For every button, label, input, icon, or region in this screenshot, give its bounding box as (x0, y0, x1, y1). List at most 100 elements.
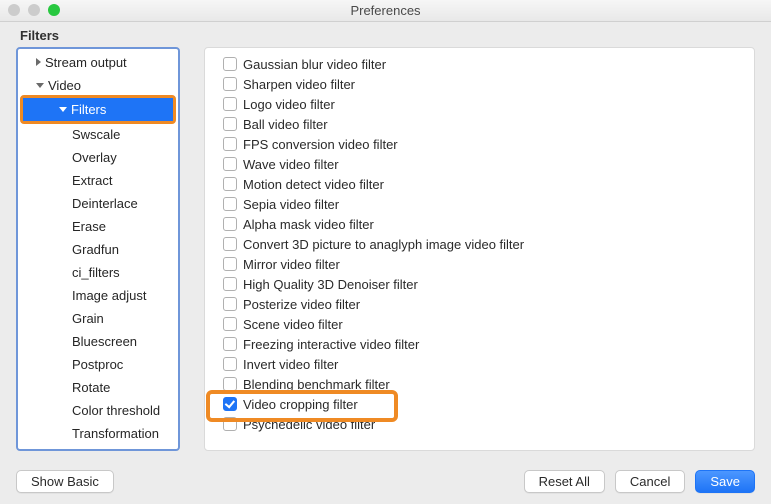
sidebar-item-ci-filters[interactable]: ci_filters (18, 261, 178, 284)
filter-row[interactable]: Mirror video filter (223, 254, 754, 274)
section-heading: Filters (0, 22, 771, 47)
tree-label: Bluescreen (72, 334, 137, 349)
checkbox-icon[interactable] (223, 397, 237, 411)
filter-label: Ball video filter (243, 117, 328, 132)
filter-row[interactable]: Motion detect video filter (223, 174, 754, 194)
filter-label: Sharpen video filter (243, 77, 355, 92)
sidebar-item-video[interactable]: Video (18, 74, 178, 97)
filter-label: Posterize video filter (243, 297, 360, 312)
checkbox-icon[interactable] (223, 77, 237, 91)
save-button[interactable]: Save (695, 470, 755, 493)
checkbox-icon[interactable] (223, 97, 237, 111)
tree-label: Color threshold (72, 403, 160, 418)
sidebar-item-transformation[interactable]: Transformation (18, 422, 178, 445)
tree-label: Swscale (72, 127, 120, 142)
checkbox-icon[interactable] (223, 237, 237, 251)
filter-row[interactable]: Alpha mask video filter (223, 214, 754, 234)
filter-label: Invert video filter (243, 357, 338, 372)
tree-label: Postproc (72, 357, 123, 372)
filter-label: Video cropping filter (243, 397, 358, 412)
checkbox-icon[interactable] (223, 357, 237, 371)
tree-label: ci_filters (72, 265, 120, 280)
sidebar-item-gradient[interactable]: Gradient (18, 445, 178, 451)
sidebar-item-rotate[interactable]: Rotate (18, 376, 178, 399)
filter-label: Psychedelic video filter (243, 417, 375, 432)
checkbox-icon[interactable] (223, 137, 237, 151)
show-basic-button[interactable]: Show Basic (16, 470, 114, 493)
sidebar-item-swscale[interactable]: Swscale (18, 123, 178, 146)
sidebar-item-gradfun[interactable]: Gradfun (18, 238, 178, 261)
filter-label: Alpha mask video filter (243, 217, 374, 232)
sidebar-item-image-adjust[interactable]: Image adjust (18, 284, 178, 307)
window-title: Preferences (0, 3, 771, 18)
tree-label: Gradfun (72, 242, 119, 257)
filter-row[interactable]: Posterize video filter (223, 294, 754, 314)
checkbox-icon[interactable] (223, 317, 237, 331)
tree-label: Image adjust (72, 288, 146, 303)
checkbox-icon[interactable] (223, 377, 237, 391)
filter-label: High Quality 3D Denoiser filter (243, 277, 418, 292)
sidebar-item-postproc[interactable]: Postproc (18, 353, 178, 376)
filter-row[interactable]: Psychedelic video filter (223, 414, 754, 434)
filter-row[interactable]: High Quality 3D Denoiser filter (223, 274, 754, 294)
filter-label: Wave video filter (243, 157, 339, 172)
checkbox-icon[interactable] (223, 177, 237, 191)
checkbox-icon[interactable] (223, 157, 237, 171)
close-icon[interactable] (8, 4, 20, 16)
filter-row[interactable]: FPS conversion video filter (223, 134, 754, 154)
tree-label: Erase (72, 219, 106, 234)
checkbox-icon[interactable] (223, 337, 237, 351)
tree-label: Stream output (45, 55, 127, 70)
cancel-button[interactable]: Cancel (615, 470, 685, 493)
filter-row[interactable]: Blending benchmark filter (223, 374, 754, 394)
checkbox-icon[interactable] (223, 297, 237, 311)
filter-label: Scene video filter (243, 317, 343, 332)
filter-label: Motion detect video filter (243, 177, 384, 192)
reset-all-button[interactable]: Reset All (524, 470, 605, 493)
filter-row[interactable]: Invert video filter (223, 354, 754, 374)
filter-label: Freezing interactive video filter (243, 337, 419, 352)
filter-row[interactable]: Video cropping filter (223, 394, 754, 414)
filter-row[interactable]: Wave video filter (223, 154, 754, 174)
checkbox-icon[interactable] (223, 257, 237, 271)
filters-panel: Gaussian blur video filter Sharpen video… (204, 47, 755, 451)
chevron-down-icon (36, 83, 44, 88)
filter-label: Gaussian blur video filter (243, 57, 386, 72)
filter-row[interactable]: Logo video filter (223, 94, 754, 114)
window-titlebar: Preferences (0, 0, 771, 22)
tree-label: Gradient (72, 449, 122, 451)
tree-label: Deinterlace (72, 196, 138, 211)
filter-label: Sepia video filter (243, 197, 339, 212)
filter-label: Logo video filter (243, 97, 335, 112)
checkbox-icon[interactable] (223, 57, 237, 71)
dialog-footer: Show Basic Reset All Cancel Save (0, 458, 771, 504)
sidebar-item-grain[interactable]: Grain (18, 307, 178, 330)
filter-row[interactable]: Gaussian blur video filter (223, 54, 754, 74)
zoom-icon[interactable] (48, 4, 60, 16)
filter-row[interactable]: Convert 3D picture to anaglyph image vid… (223, 234, 754, 254)
sidebar-item-filters[interactable]: Filters (23, 98, 173, 121)
tree-label: Rotate (72, 380, 110, 395)
filter-row[interactable]: Sepia video filter (223, 194, 754, 214)
category-sidebar[interactable]: Stream output Video Filters Swscale Over… (16, 47, 180, 451)
checkbox-icon[interactable] (223, 197, 237, 211)
sidebar-item-overlay[interactable]: Overlay (18, 146, 178, 169)
sidebar-item-erase[interactable]: Erase (18, 215, 178, 238)
filter-label: Blending benchmark filter (243, 377, 390, 392)
filter-row[interactable]: Scene video filter (223, 314, 754, 334)
sidebar-item-stream-output[interactable]: Stream output (18, 51, 178, 74)
checkbox-icon[interactable] (223, 117, 237, 131)
sidebar-item-bluescreen[interactable]: Bluescreen (18, 330, 178, 353)
filter-row[interactable]: Ball video filter (223, 114, 754, 134)
filter-row[interactable]: Sharpen video filter (223, 74, 754, 94)
checkbox-icon[interactable] (223, 417, 237, 431)
filter-label: FPS conversion video filter (243, 137, 398, 152)
sidebar-item-color-threshold[interactable]: Color threshold (18, 399, 178, 422)
sidebar-item-deinterlace[interactable]: Deinterlace (18, 192, 178, 215)
checkbox-icon[interactable] (223, 217, 237, 231)
minimize-icon[interactable] (28, 4, 40, 16)
checkbox-icon[interactable] (223, 277, 237, 291)
tree-label: Extract (72, 173, 112, 188)
sidebar-item-extract[interactable]: Extract (18, 169, 178, 192)
filter-row[interactable]: Freezing interactive video filter (223, 334, 754, 354)
